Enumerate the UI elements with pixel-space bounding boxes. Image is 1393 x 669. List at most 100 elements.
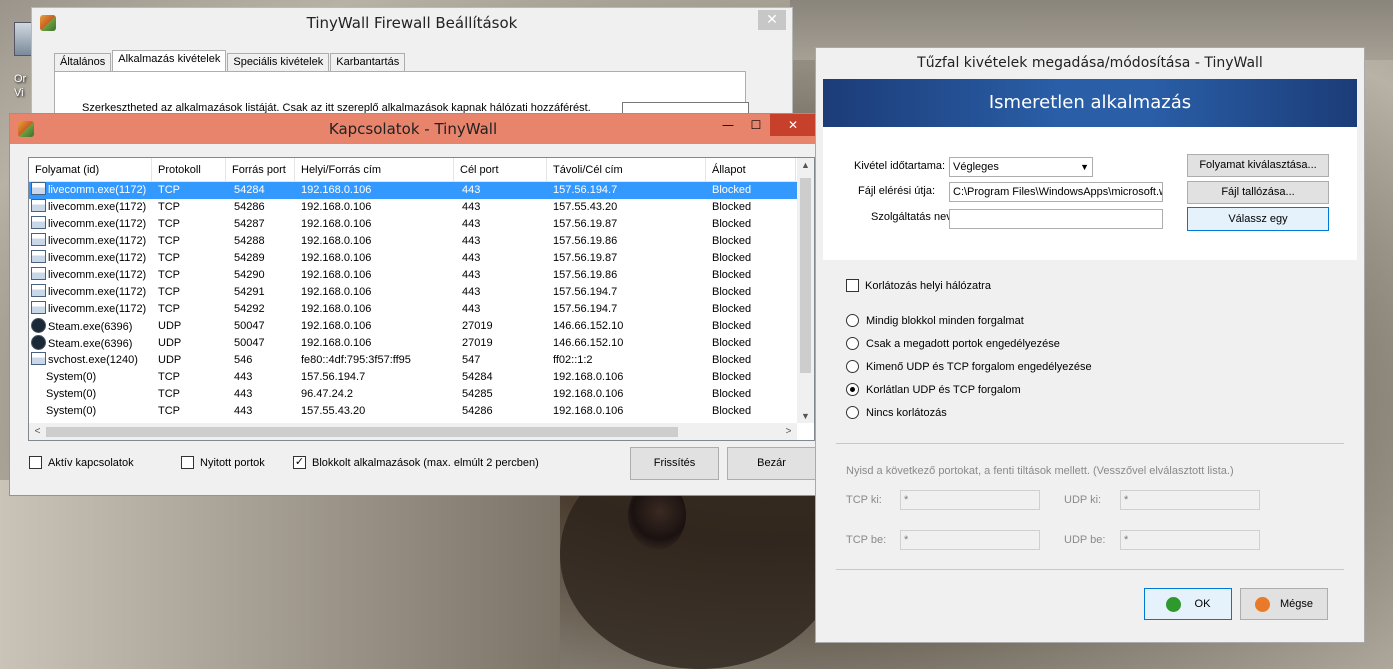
tcp-in-label: TCP be: (846, 534, 887, 546)
table-row[interactable]: System(0) TCP 443 157.55.43.20 54286 192.168.… (29, 403, 814, 420)
protocol-cell: TCP (158, 269, 180, 281)
connections-titlebar[interactable]: Kapcsolatok - TinyWall — ☐ ✕ (10, 114, 816, 144)
tab-maintenance[interactable]: Karbantartás (330, 53, 406, 73)
choose-service-button[interactable]: Válassz egy (1187, 207, 1329, 231)
checkbox-box[interactable] (181, 456, 194, 469)
radio-no-restriction[interactable]: Nincs korlátozás (846, 406, 947, 419)
process-cell: System(0) (29, 403, 152, 420)
filter-blocked-checkbox[interactable]: ✓ Blokkolt alkalmazások (max. elmúlt 2 p… (293, 456, 539, 469)
settings-close-button[interactable]: ✕ (758, 10, 786, 30)
state-cell: Blocked (712, 235, 752, 247)
process-cell: System(0) (29, 369, 152, 386)
table-row[interactable]: livecomm.exe(1172) TCP 54287 192.168.0.106 4… (29, 216, 814, 233)
process-cell: livecomm.exe(1172) (29, 267, 152, 284)
table-row[interactable]: Steam.exe(6396) UDP 50047 192.168.0.106 2701… (29, 318, 814, 335)
remote-address-cell: 146.66.152.10 (553, 337, 624, 349)
restrict-local-label: Korlátozás helyi hálózatra (865, 279, 991, 292)
radio-outgoing[interactable]: Kimenő UDP és TCP forgalom engedélyezése (846, 360, 1092, 373)
col-process[interactable]: Folyamat (id) (29, 158, 152, 181)
col-source-port[interactable]: Forrás port (226, 158, 295, 181)
settings-titlebar[interactable]: TinyWall Firewall Beállítások ✕ (32, 8, 792, 38)
shortcut-label-1: Or (14, 73, 27, 85)
settings-window: TinyWall Firewall Beállítások ✕ Általáno… (31, 7, 793, 133)
exception-titlebar[interactable]: Tűzfal kivételek megadása/módosítása - T… (816, 48, 1364, 78)
tab-general[interactable]: Általános (54, 53, 112, 73)
scroll-left-icon[interactable]: < (29, 423, 46, 440)
protocol-cell: UDP (158, 337, 182, 349)
duration-select[interactable]: Végleges ▼ (949, 157, 1093, 177)
state-cell: Blocked (712, 354, 752, 366)
close-window-button[interactable]: Bezár (727, 447, 816, 480)
connections-window: Kapcsolatok - TinyWall — ☐ ✕ Folyamat (i… (9, 113, 817, 496)
udp-out-field[interactable]: * (1120, 490, 1260, 510)
scroll-right-icon[interactable]: > (780, 423, 797, 440)
col-protocol[interactable]: Protokoll (152, 158, 226, 181)
process-name: livecomm.exe(1172) (48, 218, 147, 230)
radio-label: Csak a megadott portok engedélyezése (866, 337, 1060, 350)
radio-circle[interactable] (846, 337, 859, 350)
process-cell: livecomm.exe(1172) (29, 301, 152, 318)
radio-unrestricted-udp-tcp[interactable]: Korlátlan UDP és TCP forgalom (846, 383, 1021, 396)
radio-circle[interactable] (846, 360, 859, 373)
table-row[interactable]: Steam.exe(6396) UDP 50047 192.168.0.106 2701… (29, 335, 814, 352)
table-row[interactable]: svchost.exe(1240) UDP 546 fe80::4df:795:3f5… (29, 352, 814, 369)
table-row[interactable]: livecomm.exe(1172) TCP 54292 192.168.0.106 4… (29, 301, 814, 318)
maximize-button[interactable]: ☐ (742, 114, 770, 136)
protocol-cell: TCP (158, 286, 180, 298)
table-row[interactable]: livecomm.exe(1172) TCP 54284 192.168.0.106 4… (29, 182, 814, 199)
col-local-address[interactable]: Helyi/Forrás cím (295, 158, 454, 181)
tcp-in-field[interactable]: * (900, 530, 1040, 550)
process-cell: Steam.exe(6396) (29, 335, 152, 352)
ok-button[interactable]: OK (1144, 588, 1232, 620)
checkbox-checked-icon[interactable]: ✓ (293, 456, 306, 469)
close-button[interactable]: ✕ (770, 114, 816, 136)
tcp-out-field[interactable]: * (900, 490, 1040, 510)
local-address-cell: 192.168.0.106 (301, 269, 372, 281)
tab-special-exceptions[interactable]: Speciális kivételek (227, 53, 330, 73)
scroll-up-icon[interactable]: ▲ (797, 160, 814, 170)
steam-icon (31, 335, 46, 350)
radio-selected-circle[interactable] (846, 383, 859, 396)
app-details-pane: Kivétel időtartama: Végleges ▼ Fájl elér… (823, 127, 1357, 260)
checkbox-box[interactable] (29, 456, 42, 469)
col-state[interactable]: Állapot (706, 158, 796, 181)
filter-active-checkbox[interactable]: Aktív kapcsolatok (29, 456, 134, 469)
udp-in-field[interactable]: * (1120, 530, 1260, 550)
separator (836, 443, 1344, 444)
refresh-button[interactable]: Frissítés (630, 447, 719, 480)
minimize-button[interactable]: — (714, 114, 742, 136)
horizontal-scrollbar[interactable]: < > (29, 423, 797, 440)
tab-app-exceptions[interactable]: Alkalmazás kivételek (112, 50, 227, 73)
radio-block-all[interactable]: Mindig blokkol minden forgalmat (846, 314, 1024, 327)
process-cell: livecomm.exe(1172) (29, 182, 152, 199)
radio-circle[interactable] (846, 406, 859, 419)
radio-only-ports[interactable]: Csak a megadott portok engedélyezése (846, 337, 1060, 350)
table-row[interactable]: livecomm.exe(1172) TCP 54288 192.168.0.106 4… (29, 233, 814, 250)
col-dest-port[interactable]: Cél port (454, 158, 547, 181)
select-process-button[interactable]: Folyamat kiválasztása... (1187, 154, 1329, 177)
radio-circle[interactable] (846, 314, 859, 327)
filter-open-ports-checkbox[interactable]: Nyitott portok (181, 456, 265, 469)
path-field[interactable]: C:\Program Files\WindowsApps\microsoft.w (949, 182, 1163, 202)
table-row[interactable]: livecomm.exe(1172) TCP 54289 192.168.0.106 4… (29, 250, 814, 267)
horizontal-scroll-thumb[interactable] (46, 427, 678, 437)
process-icon (31, 199, 46, 212)
table-row[interactable]: livecomm.exe(1172) TCP 54286 192.168.0.106 4… (29, 199, 814, 216)
connections-title: Kapcsolatok - TinyWall (328, 120, 498, 138)
table-row[interactable]: livecomm.exe(1172) TCP 54291 192.168.0.106 4… (29, 284, 814, 301)
scroll-down-icon[interactable]: ▼ (797, 411, 814, 421)
restrict-local-checkbox[interactable]: Korlátozás helyi hálózatra (846, 279, 991, 292)
vertical-scrollbar[interactable]: ▲ ▼ (797, 158, 814, 423)
table-row[interactable]: System(0) TCP 443 157.56.194.7 54284 192.168.… (29, 369, 814, 386)
checkbox-box[interactable] (846, 279, 859, 292)
vertical-scroll-thumb[interactable] (800, 178, 811, 373)
cancel-button[interactable]: Mégse (1240, 588, 1328, 620)
browse-file-button[interactable]: Fájl tallózása... (1187, 181, 1329, 204)
col-remote-address[interactable]: Távoli/Cél cím (547, 158, 706, 181)
local-address-cell: 192.168.0.106 (301, 286, 372, 298)
dest-port-cell: 547 (462, 354, 481, 366)
connections-table[interactable]: Folyamat (id) Protokoll Forrás port Hely… (28, 157, 815, 441)
table-row[interactable]: livecomm.exe(1172) TCP 54290 192.168.0.106 4… (29, 267, 814, 284)
service-field[interactable] (949, 209, 1163, 229)
table-row[interactable]: System(0) TCP 443 96.47.24.2 54285 192.168.0.… (29, 386, 814, 403)
